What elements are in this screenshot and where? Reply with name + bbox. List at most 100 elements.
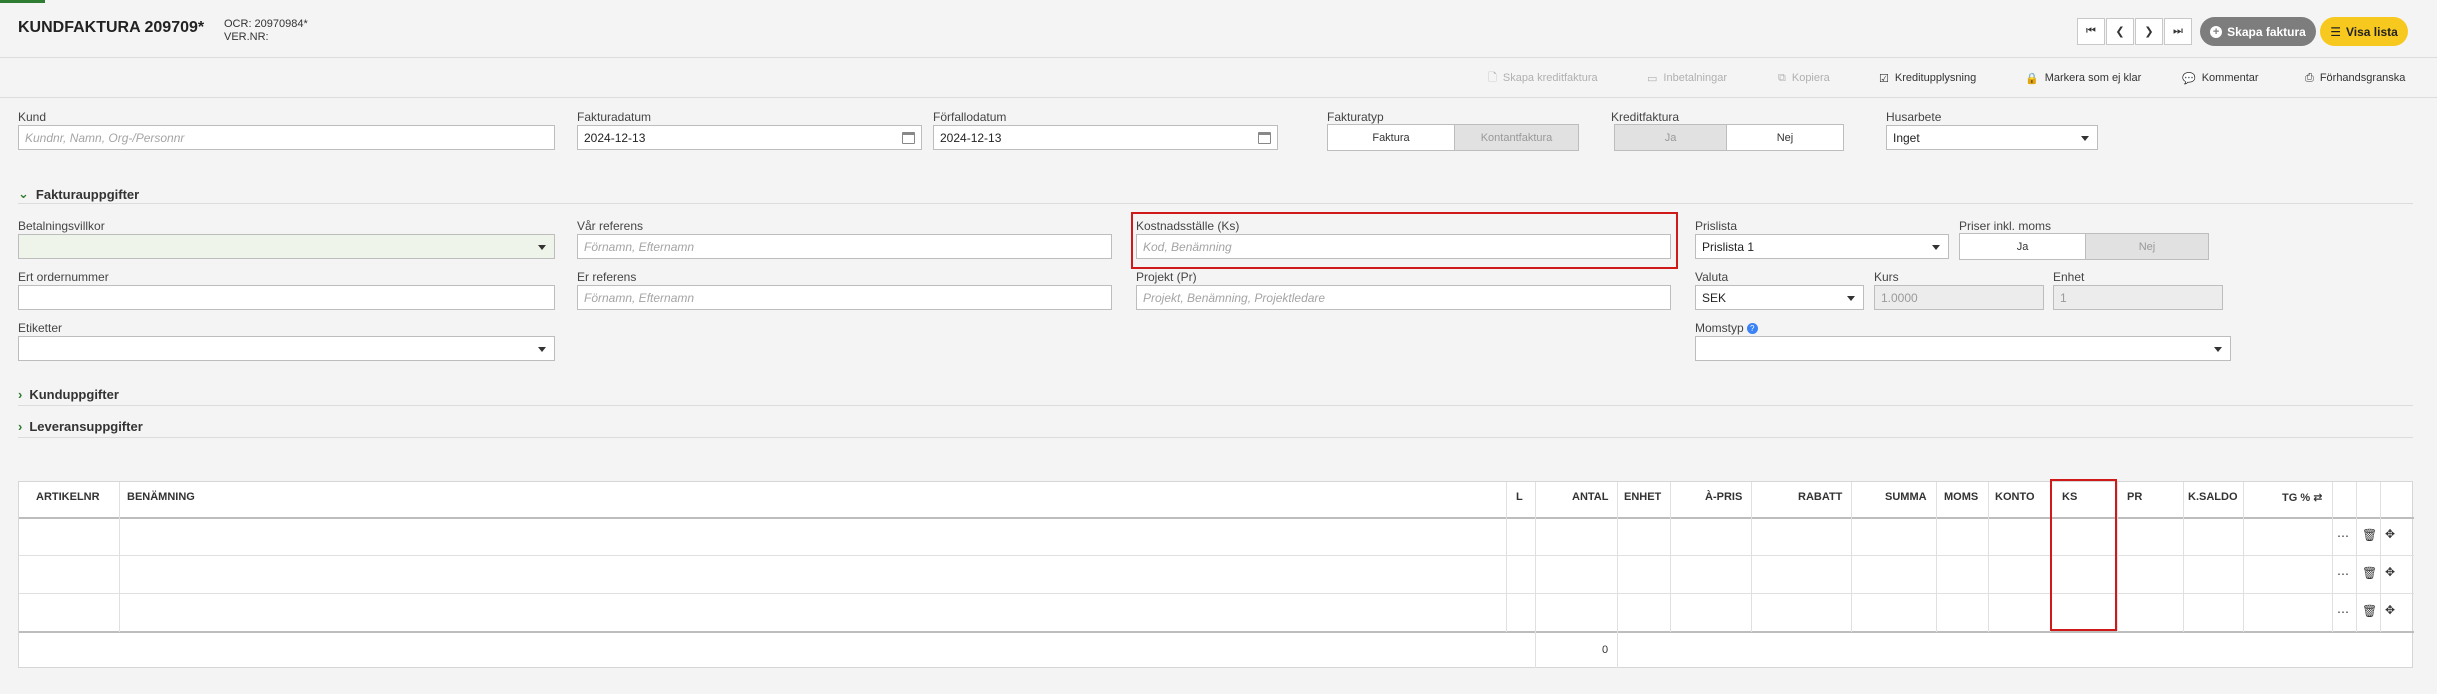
invoice-type-faktura[interactable]: Faktura bbox=[1327, 124, 1455, 151]
invoice-meta: OCR: 20970984* VER.NR: bbox=[224, 18, 308, 44]
calendar-icon[interactable] bbox=[902, 132, 915, 144]
customer-details-toggle[interactable]: › Kunduppgifter bbox=[18, 387, 119, 402]
unit-input: 1 bbox=[2053, 285, 2223, 310]
chevron-left-icon: ❮ bbox=[2115, 26, 2125, 38]
payments-label: Inbetalningar bbox=[1663, 72, 1728, 84]
your-reference-input[interactable]: Förnamn, Efternamn bbox=[577, 285, 1112, 310]
help-icon[interactable]: ? bbox=[1746, 323, 1758, 335]
col-header-stock-balance[interactable]: K.SALDO bbox=[2188, 491, 2238, 503]
col-header-sum[interactable]: SUMMA bbox=[1885, 491, 1927, 503]
payment-terms-select[interactable] bbox=[18, 234, 555, 259]
row-move-icon[interactable]: ✥ bbox=[2385, 527, 2395, 541]
section-divider bbox=[18, 203, 2413, 204]
grid-col-divider bbox=[1670, 482, 1671, 632]
payments-button[interactable]: ▭ Inbetalningar bbox=[1647, 70, 1727, 86]
house-work-select[interactable]: Inget bbox=[1886, 125, 2098, 150]
swap-icon[interactable]: ⇄ bbox=[2313, 492, 2322, 504]
highlight-box-ks-column bbox=[2050, 479, 2117, 631]
chevron-down-icon bbox=[1847, 296, 1855, 301]
house-work-label: Husarbete bbox=[1886, 110, 1942, 124]
row-delete-icon[interactable]: 🗑 bbox=[2362, 528, 2377, 542]
prices-incl-vat-yes[interactable]: Ja bbox=[1959, 233, 2086, 260]
grid-col-divider bbox=[1988, 482, 1989, 632]
credit-invoice-no[interactable]: Nej bbox=[1726, 124, 1844, 151]
project-label: Projekt (Pr) bbox=[1136, 270, 1197, 284]
copy-button[interactable]: ⧉ Kopiera bbox=[1778, 70, 1830, 86]
previous-record-button[interactable]: ❮ bbox=[2106, 18, 2134, 45]
row-more-icon[interactable]: ⋯ bbox=[2337, 529, 2349, 543]
grid-col-divider bbox=[2356, 482, 2357, 632]
row-move-icon[interactable]: ✥ bbox=[2385, 603, 2395, 617]
invoice-details-toggle[interactable]: ⌄ Fakturauppgifter bbox=[18, 186, 139, 202]
calendar-icon[interactable] bbox=[1258, 132, 1271, 144]
create-credit-invoice-button[interactable]: 🗋 Skapa kreditfaktura bbox=[1488, 70, 1598, 86]
last-record-button[interactable]: ⏭ bbox=[2164, 18, 2192, 45]
copy-icon: ⧉ bbox=[1778, 71, 1786, 84]
chevron-down-icon bbox=[2081, 136, 2089, 141]
our-reference-input[interactable]: Förnamn, Efternamn bbox=[577, 234, 1112, 259]
grid-col-divider bbox=[2117, 482, 2118, 632]
row-more-icon[interactable]: ⋯ bbox=[2337, 567, 2349, 581]
project-input[interactable]: Projekt, Benämning, Projektledare bbox=[1136, 285, 1671, 310]
col-header-unit[interactable]: ENHET bbox=[1624, 491, 1661, 503]
create-invoice-button[interactable]: + Skapa faktura bbox=[2200, 17, 2316, 46]
preview-button[interactable]: ⎙ Förhandsgranska bbox=[2305, 70, 2405, 86]
customer-input[interactable]: Kundnr, Namn, Org-/Personnr bbox=[18, 125, 555, 150]
our-reference-placeholder: Förnamn, Efternamn bbox=[584, 239, 695, 254]
comment-button[interactable]: 💬 Kommentar bbox=[2182, 70, 2259, 86]
col-header-l[interactable]: L bbox=[1516, 491, 1523, 503]
col-header-unit-price[interactable]: À-PRIS bbox=[1705, 491, 1742, 503]
customer-details-title: Kunduppgifter bbox=[29, 387, 119, 402]
prices-incl-vat-no[interactable]: Nej bbox=[2085, 233, 2209, 260]
price-list-select[interactable]: Prislista 1 bbox=[1695, 234, 1949, 259]
version-number: VER.NR: bbox=[224, 31, 269, 43]
page-title: KUNDFAKTURA 209709* bbox=[18, 19, 205, 36]
your-order-input[interactable] bbox=[18, 285, 555, 310]
col-header-quantity[interactable]: ANTAL bbox=[1572, 491, 1608, 503]
rate-value: 1.0000 bbox=[1881, 290, 1918, 305]
tags-select[interactable] bbox=[18, 336, 555, 361]
chevron-down-icon bbox=[1932, 245, 1940, 250]
first-record-button[interactable]: ⏮ bbox=[2077, 18, 2105, 45]
active-tab-indicator bbox=[0, 0, 45, 3]
invoice-date-input[interactable]: 2024-12-13 bbox=[577, 125, 922, 150]
grid-col-divider bbox=[1751, 482, 1752, 632]
next-record-button[interactable]: ❯ bbox=[2135, 18, 2163, 45]
rate-input: 1.0000 bbox=[1874, 285, 2044, 310]
chevron-right-icon: › bbox=[18, 419, 23, 434]
chevron-right-icon: › bbox=[18, 387, 23, 402]
mark-not-ready-button[interactable]: 🔒 Markera som ej klar bbox=[2025, 70, 2141, 86]
credit-check-button[interactable]: ☑ Kreditupplysning bbox=[1879, 70, 1976, 86]
credit-invoice-yes[interactable]: Ja bbox=[1614, 124, 1727, 151]
delivery-details-toggle[interactable]: › Leveransuppgifter bbox=[18, 419, 143, 434]
col-header-discount[interactable]: RABATT bbox=[1798, 491, 1842, 503]
row-more-icon[interactable]: ⋯ bbox=[2337, 605, 2349, 619]
grid-col-divider bbox=[2332, 482, 2333, 632]
house-work-value: Inget bbox=[1893, 130, 1920, 145]
col-header-vat[interactable]: MOMS bbox=[1944, 491, 1978, 503]
row-delete-icon[interactable]: 🗑 bbox=[2362, 566, 2377, 580]
money-icon: ▭ bbox=[1647, 72, 1658, 85]
create-invoice-label: Skapa faktura bbox=[2227, 24, 2306, 39]
due-date-input[interactable]: 2024-12-13 bbox=[933, 125, 1278, 150]
show-list-button[interactable]: ☰ Visa lista bbox=[2320, 17, 2408, 46]
last-icon: ⏭ bbox=[2173, 25, 2183, 37]
row-move-icon[interactable]: ✥ bbox=[2385, 565, 2395, 579]
currency-select[interactable]: SEK bbox=[1695, 285, 1864, 310]
row-delete-icon[interactable]: 🗑 bbox=[2362, 604, 2377, 618]
col-header-margin[interactable]: TG % ⇄ bbox=[2282, 491, 2322, 504]
customer-label: Kund bbox=[18, 110, 47, 124]
chevron-right-icon: ❯ bbox=[2144, 26, 2154, 38]
vat-type-select[interactable] bbox=[1695, 336, 2231, 361]
customer-placeholder: Kundnr, Namn, Org-/Personnr bbox=[25, 130, 185, 145]
col-header-account[interactable]: KONTO bbox=[1995, 491, 2035, 503]
grid-col-divider bbox=[2243, 482, 2244, 632]
invoice-type-kontantfaktura[interactable]: Kontantfaktura bbox=[1454, 124, 1579, 151]
chevron-down-icon bbox=[538, 347, 546, 352]
col-header-article-number[interactable]: ARTIKELNR bbox=[36, 491, 100, 503]
delivery-details-title: Leveransuppgifter bbox=[29, 419, 143, 434]
col-header-description[interactable]: BENÄMNING bbox=[127, 491, 195, 503]
grid-col-divider bbox=[1535, 482, 1536, 668]
col-header-project[interactable]: PR bbox=[2127, 491, 2142, 503]
currency-label: Valuta bbox=[1695, 270, 1729, 284]
